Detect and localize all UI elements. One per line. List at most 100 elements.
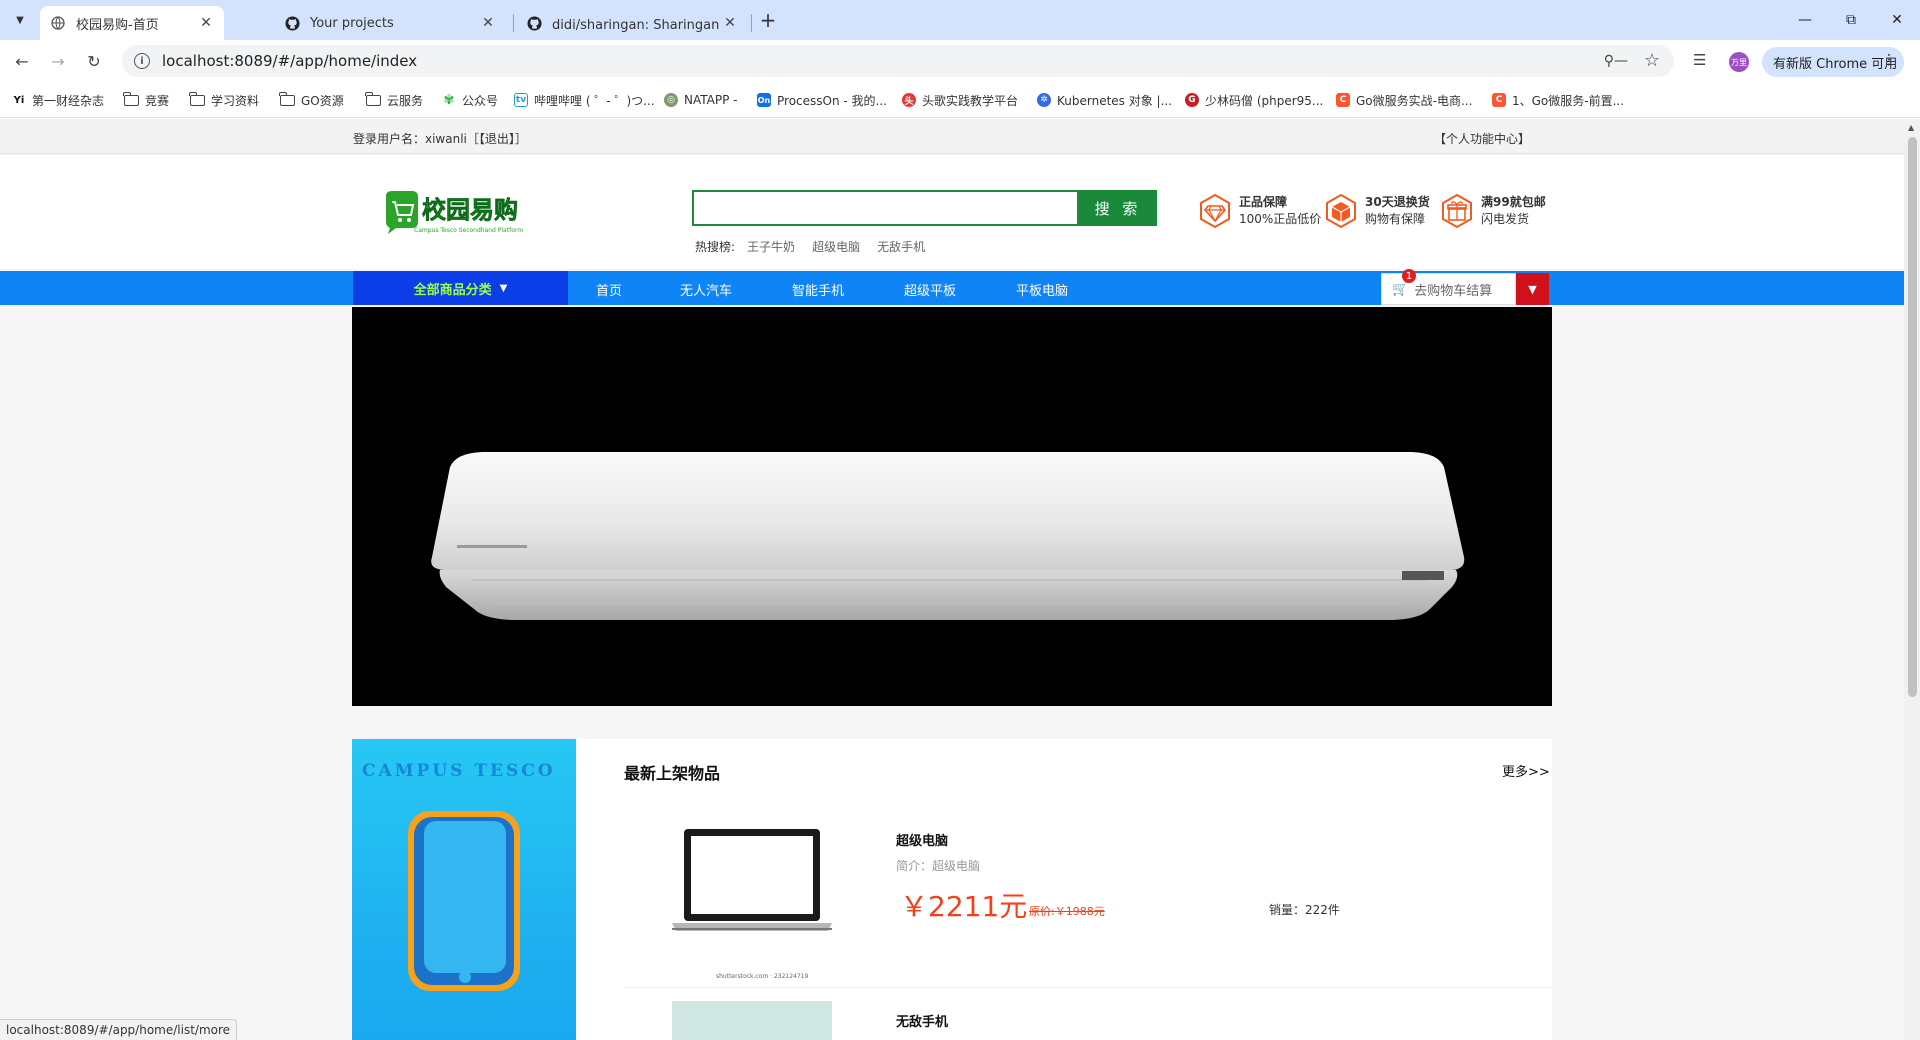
processon-icon: On [757,93,771,107]
tab-sharingan[interactable]: didi/sharingan: Sharingan（ ✕ [516,6,748,40]
profile-avatar[interactable]: 万里 [1729,52,1749,72]
login-status[interactable]: 登录用户名：xiwanli［【退出】］ [353,130,527,147]
tab-title: 校园易购-首页 [76,17,159,33]
minimize-button[interactable]: — [1782,0,1828,40]
kubernetes-icon: ✲ [1037,93,1051,107]
banner-carousel[interactable] [352,307,1552,706]
bookmark-item[interactable]: ✲ Kubernetes 对象 |... [1037,91,1172,109]
promo-return: 30天退换货 购物有保障 [1323,193,1430,229]
chevron-down-icon: ▼ [16,14,24,26]
bookmark-item[interactable]: ✾ 公众号 [442,91,498,109]
arrow-left-icon: ← [15,51,29,71]
laptop-image[interactable] [672,817,832,967]
wechat-icon: ✾ [442,92,456,108]
more-link[interactable]: 更多>> [1502,761,1550,780]
tab-search-button[interactable]: ▼ [8,8,32,32]
close-icon: ✕ [1891,12,1903,28]
bookmark-folder[interactable]: 竞赛 [123,91,169,109]
phone-icon [408,811,520,991]
back-button[interactable]: ← [8,47,36,75]
bookmark-item[interactable]: C Go微服务实战-电商... [1336,91,1472,109]
diamond-icon [1200,193,1230,229]
bookmark-item[interactable]: 头头歌实践教学平台 [902,91,1018,109]
product-image[interactable] [672,1001,832,1040]
bookmark-item[interactable]: G 少林码僧 (phper95... [1185,91,1323,109]
address-bar[interactable]: i localhost:8089/#/app/home/index ⚲— ☆ [122,45,1674,77]
update-label: 有新版 Chrome 可用 [1773,56,1898,72]
hot-word[interactable]: 无敌手机 [877,238,925,255]
url-text[interactable]: localhost:8089/#/app/home/index [162,52,417,70]
product-item[interactable]: shutterstock.com · 232124719 超级电脑 简介：超级电… [624,797,1552,988]
ad-title: CAMPUS TESCO [362,761,556,781]
bookmark-item[interactable]: On ProcessOn - 我的... [757,91,887,109]
bookmark-item[interactable]: Yi 第一财经杂志 [12,91,104,109]
gitee-icon: G [1185,93,1199,107]
plus-icon: + [759,8,777,32]
page-viewport: 登录用户名：xiwanli［【退出】］ 【个人功能中心】 校园易购 Campus… [0,119,1904,1040]
close-icon[interactable]: ✕ [480,15,496,31]
bookmark-item[interactable]: tv 哔哩哔哩 ( ゜- ゜)つ... [514,91,655,109]
tab-active[interactable]: 校园易购-首页 ✕ [40,6,224,40]
side-advert[interactable]: CAMPUS TESCO [352,739,576,1040]
new-tab-button[interactable]: + [756,8,780,32]
product-name[interactable]: 超级电脑 [896,830,948,849]
bookmark-folder[interactable]: 学习资料 [189,91,259,109]
bookmark-folder[interactable]: GO资源 [279,91,344,109]
new-items-section: CAMPUS TESCO 最新上架物品 更多>> shutterstock.co… [352,739,1552,1040]
globe-icon [50,15,66,31]
reload-icon: ↻ [87,51,101,71]
nav-item-cars[interactable]: 无人汽车 [680,280,732,299]
folder-icon [189,91,205,106]
link-status-bar: localhost:8089/#/app/home/list/more [0,1019,238,1040]
restore-button[interactable]: ⧉ [1828,0,1874,40]
bookmark-star-icon[interactable]: ☆ [1644,50,1660,71]
nav-item-tablets[interactable]: 平板电脑 [1016,280,1068,299]
folder-icon [123,91,139,106]
gift-icon [1442,193,1472,229]
github-icon [284,15,300,31]
product-item[interactable]: 无敌手机 [624,989,1552,1040]
bookmark-item[interactable]: C 1、Go微服务-前置... [1492,91,1624,109]
bookmark-item[interactable]: ◎ NATAPP - [664,91,737,109]
close-icon[interactable]: ✕ [722,15,738,31]
csdn-icon: C [1492,93,1506,107]
close-window-button[interactable]: ✕ [1874,0,1920,40]
site-info-icon[interactable]: i [134,53,150,69]
promo-shipping: 满99就包邮 闪电发货 [1439,193,1546,229]
search-button[interactable]: 搜 索 [1079,190,1157,226]
hot-word[interactable]: 超级电脑 [812,238,860,255]
scroll-up-icon[interactable]: ▲ [1908,123,1914,132]
tab-your-projects[interactable]: Your projects ✕ [274,6,506,40]
chrome-update-button[interactable]: 有新版 Chrome 可用 ⋮ [1762,47,1904,77]
main-navbar: 全部商品分类 ▼ 首页 无人汽车 智能手机 超级平板 平板电脑 🛒 1 去购物车… [0,269,1904,305]
close-icon[interactable]: ✕ [198,15,214,31]
nav-item-phones[interactable]: 智能手机 [792,280,844,299]
cart-icon: 🛒 [1392,281,1409,297]
search-input[interactable] [692,190,1079,226]
reload-button[interactable]: ↻ [80,47,108,75]
page-scrollbar[interactable]: ▲ [1904,119,1920,1040]
site-logo[interactable]: 校园易购 Campus Tesco Secondhand Platform [382,188,542,238]
educoder-icon: 头 [902,93,916,107]
caret-down-icon: ▼ [1528,282,1537,296]
cart-button[interactable]: 🛒 1 去购物车结算 [1381,269,1516,305]
more-menu-icon[interactable]: ⋮ [1882,52,1896,68]
product-name[interactable]: 无敌手机 [896,1011,948,1030]
key-icon[interactable]: ⚲— [1604,53,1628,69]
cart-count-badge: 1 [1402,269,1416,283]
bookmarks-bar: Yi 第一财经杂志 竞赛 学习资料 GO资源 云服务 ✾ 公众号 tv 哔哩哔哩 ( … [0,82,1920,118]
bookmark-folder[interactable]: 云服务 [365,91,423,109]
forward-button[interactable]: → [44,47,72,75]
hot-word[interactable]: 王子牛奶 [747,238,795,255]
cart-dropdown-button[interactable]: ▼ [1516,273,1549,305]
nav-item-super-tablets[interactable]: 超级平板 [904,280,956,299]
box-icon [1326,193,1356,229]
svg-text:Campus Tesco Secondhand Platfo: Campus Tesco Secondhand Platform [414,227,523,234]
user-center-link[interactable]: 【个人功能中心】 [1434,130,1530,147]
media-list-icon[interactable]: ☰ [1693,51,1706,69]
scrollbar-thumb[interactable] [1908,137,1917,697]
category-menu[interactable]: 全部商品分类 ▼ [353,271,568,305]
yi-icon: Yi [12,93,26,107]
tab-separator [751,14,752,32]
nav-item-home[interactable]: 首页 [596,280,622,299]
